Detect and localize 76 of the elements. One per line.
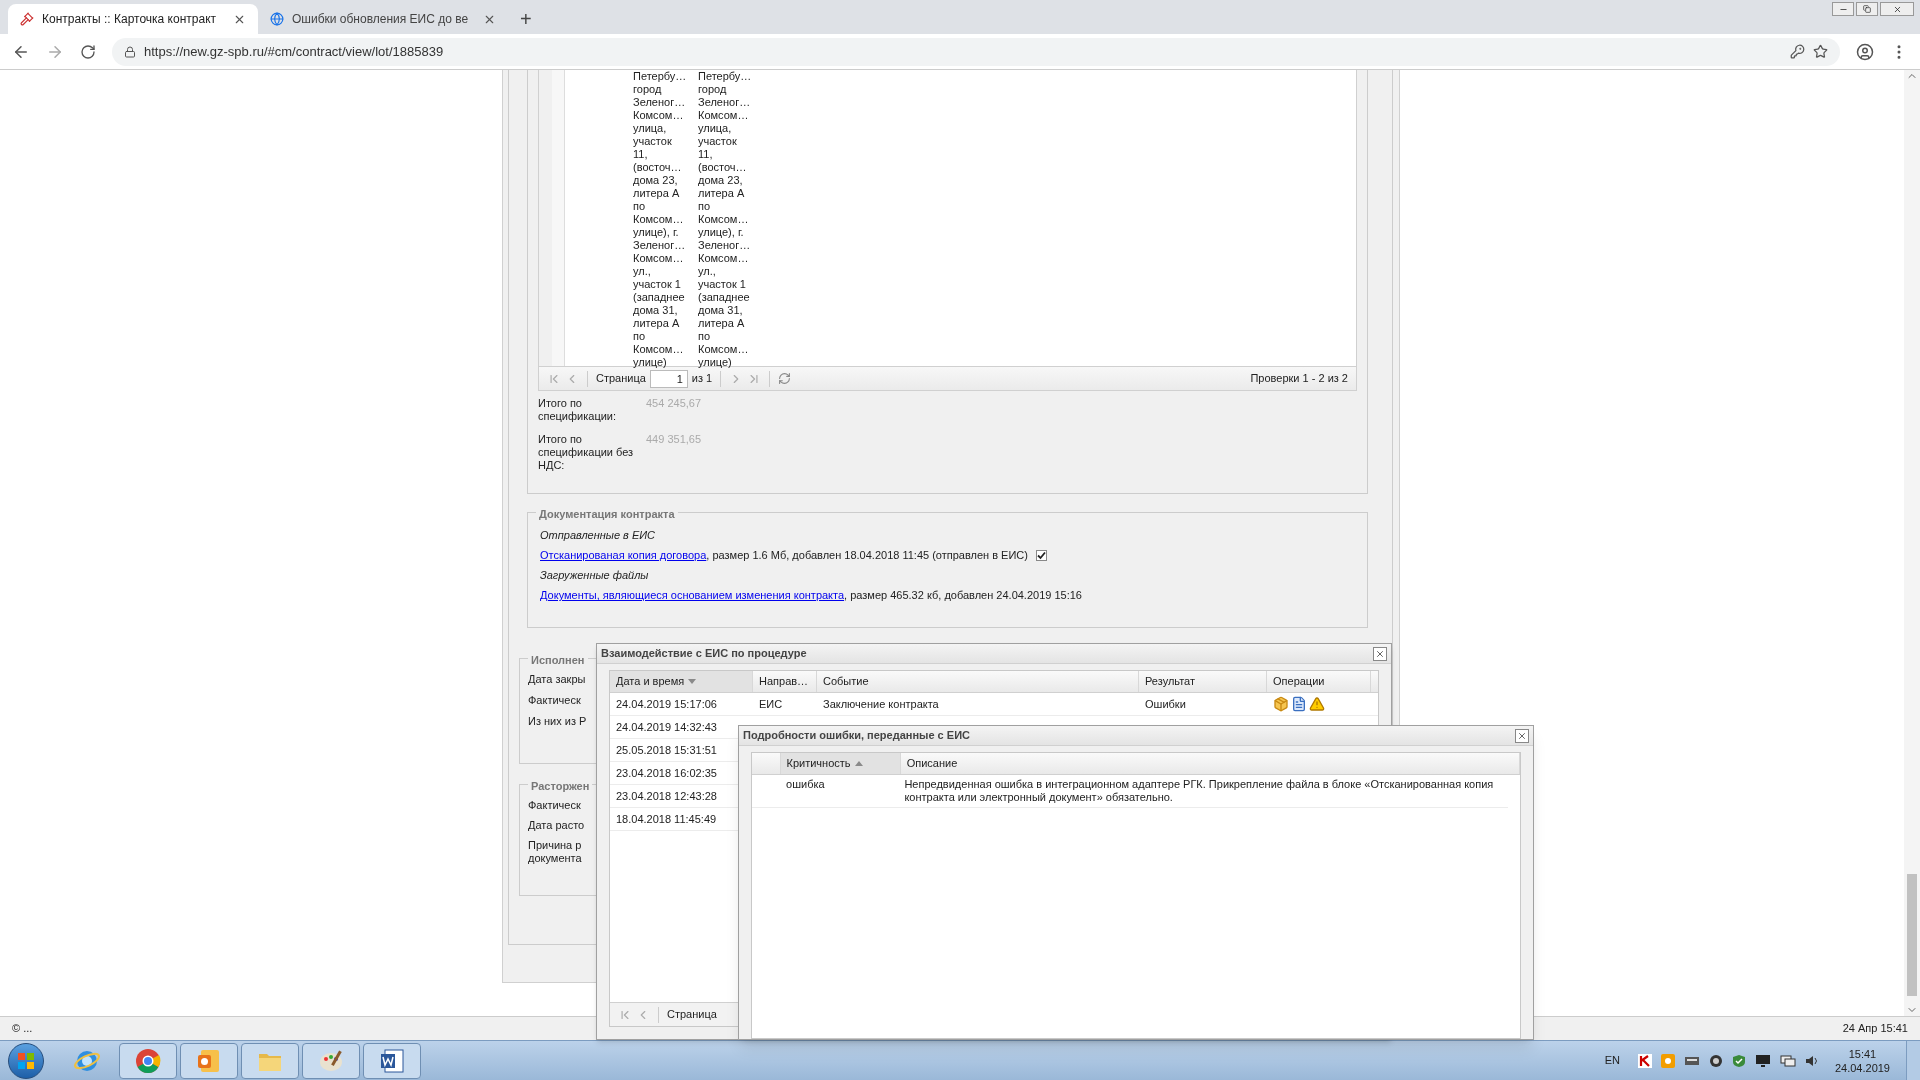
file-entry: Отсканированая копия договора, размер 1.6 Мб, добавлен 18.04.2018 11:45 (отправлен в ЕИС)	[540, 548, 1028, 563]
file-entry: Документы, являющиеся основанием изменения контракта, размер 465.32 кб, добавлен 24.04.2019 15:16	[540, 588, 1082, 603]
total-label: Итого по спецификации без НДС:	[538, 433, 635, 472]
speaker-icon[interactable]	[1804, 1053, 1819, 1068]
column-header[interactable]: Критичность	[780, 753, 901, 774]
records-summary: Проверки 1 - 2 из 2	[1250, 371, 1348, 387]
event-cell-text: Заключение контракта	[822, 696, 940, 712]
page-label: Страница	[667, 1007, 717, 1023]
key-icon[interactable]	[1790, 44, 1805, 59]
start-button[interactable]	[8, 1042, 44, 1079]
address-bar[interactable]: https://new.gz-spb.ru/#cm/contract/view/lot/1885839	[112, 37, 1840, 66]
dialog-title: Подробности ошибки, переданные с ЕИС	[743, 728, 970, 744]
browser-tab[interactable]: Контракты :: Карточка контракт	[8, 4, 258, 34]
dialog-title: Взаимодействие с ЕИС по процедуре	[601, 646, 807, 662]
browser-tab[interactable]: Ошибки обновления ЕИС до ве	[258, 4, 508, 34]
monitor-icon[interactable]	[1754, 1053, 1771, 1068]
url-text: https://new.gz-spb.ru/#cm/contract/view/lot/1885839	[144, 42, 444, 61]
column-header[interactable]: Результат	[1139, 671, 1267, 692]
field-label: Фактическ	[528, 694, 581, 707]
severity-cell-text: ошибка	[785, 778, 826, 792]
tab-title: Контракты :: Карточка контракт	[42, 11, 217, 28]
new-tab-button[interactable]: +	[508, 4, 544, 34]
page-label: Страница	[596, 371, 646, 387]
profile-icon[interactable]	[1856, 42, 1874, 61]
document-icon[interactable]	[1291, 696, 1307, 712]
close-icon[interactable]	[1892, 4, 1902, 14]
reload-icon[interactable]	[80, 43, 96, 60]
column-header[interactable]: Событие	[817, 671, 1139, 692]
check-shield-icon[interactable]	[1731, 1053, 1746, 1068]
field-label: Фактическ	[528, 799, 581, 812]
date-cell-text: 23.04.2018 16:02:35	[615, 765, 718, 781]
date-cell-text: 23.04.2018 12:43:28	[615, 788, 718, 804]
scroll-thumb[interactable]	[1907, 874, 1917, 996]
total-value: 454 245,67	[646, 397, 702, 411]
windows-logo-icon[interactable]	[17, 1051, 35, 1070]
tab-title: Ошибки обновления ЕИС до ве	[292, 11, 470, 28]
warning-icon[interactable]	[1309, 696, 1325, 712]
network-icon[interactable]	[1779, 1053, 1796, 1068]
cube-icon[interactable]	[1273, 696, 1289, 712]
page-field[interactable]: 1	[649, 369, 688, 388]
scrollbar[interactable]	[1904, 70, 1920, 1016]
restore-icon[interactable]	[1863, 5, 1871, 13]
total-label: Итого по спецификации:	[538, 397, 618, 423]
page-count: из 1	[691, 371, 713, 387]
refresh-icon[interactable]	[778, 372, 792, 385]
globe-icon	[270, 12, 284, 26]
result-cell-text: Ошибки	[1144, 696, 1187, 712]
language-indicator[interactable]: EN	[1604, 1052, 1620, 1069]
column-header[interactable]: Дата и время	[610, 671, 753, 692]
direction-cell-text: ЕИС	[758, 696, 784, 712]
field-label: Из них из Р	[528, 715, 587, 728]
description-cell-text: Непредвиденная ошибка в интеграционном адаптере РГК. Прикрепление файла в блоке «Отсканированная копия контракта или электронный документ» обязательно.	[903, 778, 1495, 804]
status-datetime: 24 Апр 15:41	[1842, 1021, 1908, 1037]
copyright-text: © ...	[12, 1021, 33, 1037]
restore-button[interactable]	[1856, 2, 1878, 16]
gavel-icon	[20, 12, 34, 26]
document-app-icon[interactable]	[378, 1046, 406, 1075]
app-tray-icon[interactable]	[1660, 1053, 1675, 1068]
clock[interactable]: 15:41 24.04.2019	[1834, 1046, 1890, 1075]
lock-icon	[124, 45, 136, 58]
column-header[interactable]: Операции	[1267, 671, 1371, 692]
column-header[interactable]: Описание	[900, 753, 1520, 774]
column-header[interactable]: Направ…	[753, 671, 817, 692]
date-cell-text: 18.04.2018 11:45:49	[615, 811, 718, 827]
date-cell-text: 24.04.2019 15:17:06	[615, 696, 718, 712]
field-label: Причина р документа	[528, 839, 582, 865]
browser-icon[interactable]	[134, 1046, 162, 1075]
field-label: Дата закры	[528, 673, 586, 686]
address-cell-text: Петербу… город Зеленог… Комсом… улица, участок 11, (восточ… дома 23, литера А по Комсом… улице), г. Зеленог… Комсом… ул., участок 1 (западнее дома 31, литера А по Комсом… улице)	[633, 70, 688, 366]
group-heading: Загруженные файлы	[540, 568, 650, 583]
address-cell-text: Петербу… город Зеленог… Комсом… улица, участок 11, (восточ… дома 23, литера А по Комсом… улице), г. Зеленог… Комсом… ул., участок 1 (западнее дома 31, литера А по Комсом… улице)	[698, 70, 753, 366]
field-label: Дата расто	[528, 819, 585, 832]
group-heading: Отправленные в ЕИС	[540, 528, 657, 543]
total-value: 449 351,65	[646, 433, 702, 447]
date-cell-text: 25.05.2018 15:31:51	[615, 742, 718, 758]
bookmark-star-icon[interactable]	[1813, 44, 1828, 59]
